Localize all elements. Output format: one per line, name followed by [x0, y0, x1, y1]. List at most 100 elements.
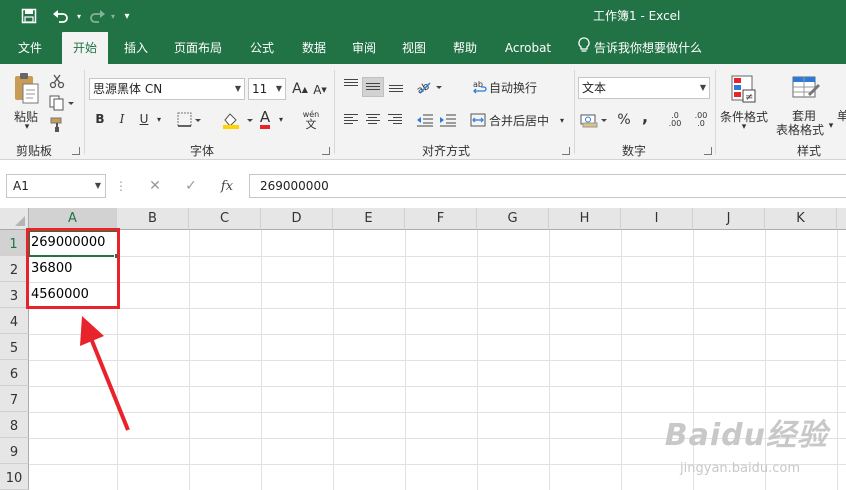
copy-icon[interactable]: [48, 94, 76, 112]
customize-quick-access-icon[interactable]: ▾: [120, 6, 134, 26]
align-right-icon[interactable]: [388, 114, 402, 126]
phonetic-guide-button[interactable]: wén 文: [297, 108, 325, 132]
orientation-button[interactable]: ab: [415, 78, 445, 96]
borders-button[interactable]: [176, 111, 204, 129]
formula-input[interactable]: 269000000: [249, 174, 846, 198]
row-header-5[interactable]: 5: [0, 334, 29, 360]
column-header-g[interactable]: G: [477, 208, 549, 230]
cut-icon[interactable]: [48, 72, 66, 90]
gridline: [29, 308, 846, 309]
tab-page-layout[interactable]: 页面布局: [166, 32, 230, 64]
format-painter-icon[interactable]: [48, 116, 66, 134]
column-header-partial[interactable]: [837, 208, 846, 230]
tab-data[interactable]: 数据: [292, 32, 336, 64]
worksheet-grid[interactable]: A B C D E F G H I J K 1 2 3 4 5 6 7 8 9 …: [0, 208, 846, 490]
wrap-text-button[interactable]: 自动换行: [489, 78, 541, 96]
bold-button[interactable]: B: [92, 109, 108, 129]
conditional-formatting-dropdown-icon[interactable]: ▾: [739, 122, 749, 132]
column-header-d[interactable]: D: [261, 208, 333, 230]
row-header-9[interactable]: 9: [0, 438, 29, 464]
font-size-select[interactable]: 11 ▼: [248, 78, 286, 100]
undo-icon[interactable]: [48, 6, 74, 26]
tab-insert[interactable]: 插入: [116, 32, 156, 64]
tab-view[interactable]: 视图: [393, 32, 435, 64]
name-box[interactable]: A1 ▼: [6, 174, 106, 198]
tab-help[interactable]: 帮助: [444, 32, 486, 64]
column-header-c[interactable]: C: [189, 208, 261, 230]
wrap-text-icon: ab: [471, 78, 489, 96]
align-center-icon[interactable]: [366, 114, 380, 126]
column-header-h[interactable]: H: [549, 208, 621, 230]
decrease-decimal-button[interactable]: .00 .0: [690, 110, 712, 130]
comma-style-button[interactable]: ,: [640, 106, 650, 126]
increase-decimal-button[interactable]: .0 .00: [664, 110, 686, 130]
cell-styles-button[interactable]: 单: [836, 107, 846, 124]
undo-dropdown-icon[interactable]: ▾: [74, 6, 84, 26]
merge-dropdown-icon[interactable]: ▾: [557, 113, 567, 127]
row-header-10[interactable]: 10: [0, 464, 29, 490]
number-format-select[interactable]: 文本 ▼: [578, 77, 710, 99]
paste-icon[interactable]: [10, 70, 42, 106]
alignment-launcher-icon[interactable]: [562, 147, 570, 155]
redo-dropdown-icon[interactable]: ▾: [108, 6, 118, 26]
formula-bar-grip-icon[interactable]: ⋮: [115, 174, 127, 198]
column-header-j[interactable]: J: [693, 208, 765, 230]
format-as-table-button[interactable]: 表格格式: [772, 121, 828, 138]
paste-dropdown-icon[interactable]: ▾: [20, 122, 34, 132]
underline-dropdown-icon[interactable]: ▾: [154, 112, 164, 126]
tab-file[interactable]: 文件: [8, 32, 52, 64]
select-all-button[interactable]: [0, 208, 29, 230]
font-name-select[interactable]: 思源黑体 CN ▼: [89, 78, 245, 100]
insert-function-button[interactable]: fx: [214, 174, 240, 198]
percent-style-button[interactable]: %: [616, 110, 632, 130]
column-header-a[interactable]: A: [29, 208, 117, 230]
tab-home[interactable]: 开始: [62, 32, 108, 64]
shrink-font-button[interactable]: A ▼: [311, 81, 329, 99]
merge-center-button[interactable]: 合并后居中: [489, 110, 553, 130]
clipboard-launcher-icon[interactable]: [72, 147, 80, 155]
decrease-indent-icon[interactable]: [415, 111, 435, 129]
italic-button[interactable]: I: [114, 109, 130, 129]
row-header-7[interactable]: 7: [0, 386, 29, 412]
row-header-4[interactable]: 4: [0, 308, 29, 334]
save-icon[interactable]: [18, 6, 40, 26]
row-header-3[interactable]: 3: [0, 282, 29, 308]
tab-acrobat[interactable]: Acrobat: [498, 32, 558, 64]
font-color-dropdown-icon[interactable]: ▾: [276, 112, 286, 126]
font-launcher-icon[interactable]: [322, 147, 330, 155]
tab-review[interactable]: 审阅: [343, 32, 385, 64]
group-label-styles: 样式: [797, 144, 822, 158]
align-top-icon[interactable]: [344, 79, 358, 88]
number-launcher-icon[interactable]: [704, 147, 712, 155]
font-color-button[interactable]: A: [256, 108, 274, 130]
align-middle-button[interactable]: [362, 77, 384, 97]
tab-formulas[interactable]: 公式: [240, 32, 284, 64]
tell-me-search[interactable]: 告诉我你想要做什么: [578, 32, 702, 64]
fill-color-button[interactable]: [220, 110, 258, 130]
accounting-format-button[interactable]: [578, 110, 612, 130]
increase-indent-icon[interactable]: [438, 111, 458, 129]
number-format-value: 文本: [582, 81, 607, 95]
decrease-decimal-bottom: .0: [697, 119, 705, 128]
grow-font-button[interactable]: A ▲: [291, 79, 309, 99]
group-label-alignment: 对齐方式: [422, 144, 471, 158]
row-header-8[interactable]: 8: [0, 412, 29, 438]
align-left-icon[interactable]: [344, 114, 358, 126]
column-header-b[interactable]: B: [117, 208, 189, 230]
watermark-brand: Baidu经验: [664, 418, 828, 453]
row-header-2[interactable]: 2: [0, 256, 29, 282]
phonetic-char: 文: [305, 118, 317, 131]
window-title: 工作簿1 - Excel: [593, 9, 681, 23]
row-header-1[interactable]: 1: [0, 230, 29, 256]
column-header-k[interactable]: K: [765, 208, 837, 230]
redo-icon[interactable]: [86, 6, 108, 26]
confirm-entry-icon[interactable]: ✓: [178, 174, 204, 198]
format-as-table-dropdown-icon[interactable]: ▾: [826, 121, 836, 131]
column-header-e[interactable]: E: [333, 208, 405, 230]
row-header-6[interactable]: 6: [0, 360, 29, 386]
column-header-f[interactable]: F: [405, 208, 477, 230]
column-header-i[interactable]: I: [621, 208, 693, 230]
underline-button[interactable]: U: [136, 109, 152, 129]
align-bottom-icon[interactable]: [389, 85, 403, 94]
cancel-entry-icon[interactable]: ✕: [142, 174, 168, 198]
